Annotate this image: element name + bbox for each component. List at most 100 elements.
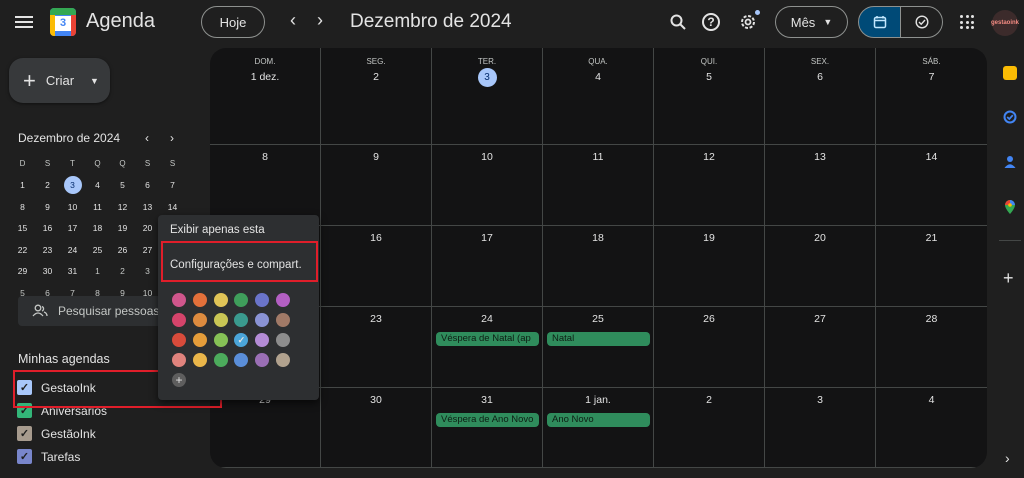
day-cell[interactable]: QUA. 4: [543, 48, 654, 145]
day-cell[interactable]: 23: [321, 307, 432, 388]
day-number[interactable]: 14: [876, 151, 987, 163]
event-chip[interactable]: Véspera de Ano Novo: [436, 413, 539, 427]
day-cell[interactable]: 4: [876, 388, 987, 468]
mini-day[interactable]: 20: [135, 223, 160, 233]
day-cell[interactable]: QUI. 5: [654, 48, 765, 145]
search-people-input[interactable]: Pesquisar pessoas: [18, 296, 178, 326]
day-cell[interactable]: 28: [876, 307, 987, 388]
day-number[interactable]: 28: [876, 313, 987, 325]
day-number[interactable]: 25: [543, 313, 653, 325]
day-number[interactable]: 7: [876, 71, 987, 83]
day-cell[interactable]: 12: [654, 145, 765, 226]
day-cell[interactable]: 27: [765, 307, 876, 388]
day-number[interactable]: 1 dez.: [210, 71, 320, 83]
calendar-list-item[interactable]: ✓ GestãoInk: [17, 426, 96, 441]
day-number[interactable]: 24: [432, 313, 542, 325]
day-cell[interactable]: 10: [432, 145, 543, 226]
color-swatch[interactable]: [275, 333, 290, 347]
account-avatar[interactable]: gestaoink: [991, 10, 1019, 36]
event-chip[interactable]: Ano Novo: [547, 413, 650, 427]
main-menu-icon[interactable]: [14, 13, 34, 31]
day-number[interactable]: 19: [654, 232, 764, 244]
day-number[interactable]: 13: [765, 151, 875, 163]
day-number[interactable]: 30: [321, 394, 431, 406]
day-cell[interactable]: 20: [765, 226, 876, 307]
day-cell[interactable]: 14: [876, 145, 987, 226]
day-cell[interactable]: TER. 3: [432, 48, 543, 145]
tasks-icon[interactable]: [1003, 110, 1017, 124]
mini-day[interactable]: 22: [10, 245, 35, 255]
color-swatch[interactable]: [275, 293, 290, 307]
day-cell[interactable]: 29: [210, 388, 321, 468]
calendar-view-toggle[interactable]: [858, 6, 901, 38]
google-apps-icon[interactable]: [960, 15, 974, 29]
help-icon[interactable]: ?: [700, 11, 722, 33]
day-cell[interactable]: SEG. 2: [321, 48, 432, 145]
contacts-icon[interactable]: [1003, 155, 1017, 169]
mini-day[interactable]: 4: [85, 180, 110, 190]
color-swatch[interactable]: [172, 333, 186, 347]
color-swatch[interactable]: [172, 293, 186, 307]
color-swatch[interactable]: [255, 293, 270, 307]
color-swatch[interactable]: [275, 353, 290, 367]
tasks-view-toggle[interactable]: [900, 6, 943, 38]
color-swatch[interactable]: [234, 293, 249, 307]
day-cell[interactable]: 25: [543, 307, 654, 388]
mini-day[interactable]: 9: [35, 202, 60, 212]
day-cell[interactable]: 8: [210, 145, 321, 226]
day-number[interactable]: 12: [654, 151, 764, 163]
mini-day[interactable]: 14: [160, 202, 185, 212]
event-chip[interactable]: Véspera de Natal (ap: [436, 332, 539, 346]
mini-day[interactable]: 2: [110, 266, 135, 276]
today-button[interactable]: Hoje: [201, 6, 265, 38]
mini-day[interactable]: 12: [110, 202, 135, 212]
event-chip[interactable]: Natal: [547, 332, 650, 346]
mini-day[interactable]: 19: [110, 223, 135, 233]
calendar-checkbox[interactable]: ✓: [17, 426, 32, 441]
day-cell[interactable]: 9: [321, 145, 432, 226]
day-number[interactable]: 26: [654, 313, 764, 325]
mini-day[interactable]: 8: [10, 202, 35, 212]
calendar-list-item[interactable]: ✓ Tarefas: [17, 449, 80, 464]
color-swatch[interactable]: [172, 313, 186, 327]
calendar-checkbox[interactable]: ✓: [17, 449, 32, 464]
app-title[interactable]: Agenda: [86, 10, 155, 33]
color-swatch[interactable]: [192, 333, 207, 347]
day-cell[interactable]: 30: [321, 388, 432, 468]
mini-day[interactable]: 27: [135, 245, 160, 255]
mini-day-today[interactable]: 3: [60, 176, 85, 195]
day-cell[interactable]: 26: [654, 307, 765, 388]
day-number[interactable]: 4: [876, 394, 987, 406]
mini-day[interactable]: 18: [85, 223, 110, 233]
expand-side-panel-icon[interactable]: ›: [1005, 450, 1010, 466]
color-swatch[interactable]: [192, 293, 207, 307]
mini-day[interactable]: 10: [60, 202, 85, 212]
day-number[interactable]: 3: [765, 394, 875, 406]
mini-day[interactable]: 1: [10, 180, 35, 190]
day-cell[interactable]: 16: [321, 226, 432, 307]
day-cell[interactable]: 18: [543, 226, 654, 307]
day-cell[interactable]: 31: [432, 388, 543, 468]
mini-day[interactable]: 23: [35, 245, 60, 255]
mini-day[interactable]: 25: [85, 245, 110, 255]
day-cell[interactable]: SÁB. 7: [876, 48, 987, 145]
day-number[interactable]: 5: [654, 71, 764, 83]
color-swatch[interactable]: [192, 313, 207, 327]
day-number[interactable]: 20: [765, 232, 875, 244]
color-swatch[interactable]: [275, 313, 290, 327]
mini-day[interactable]: 30: [35, 266, 60, 276]
day-number[interactable]: 2: [654, 394, 764, 406]
day-number[interactable]: 21: [876, 232, 987, 244]
mini-day[interactable]: 6: [135, 180, 160, 190]
maps-icon[interactable]: [1003, 199, 1017, 214]
mini-day[interactable]: 13: [135, 202, 160, 212]
day-cell[interactable]: SEX. 6: [765, 48, 876, 145]
today-day-number[interactable]: 3: [432, 68, 542, 87]
my-calendars-title[interactable]: Minhas agendas: [18, 352, 110, 366]
color-swatch[interactable]: [213, 293, 228, 307]
day-number[interactable]: 2: [321, 71, 431, 83]
day-number[interactable]: 1 jan.: [543, 394, 653, 406]
prev-month-icon[interactable]: ‹: [290, 10, 296, 31]
color-swatch[interactable]: [213, 353, 228, 367]
day-cell[interactable]: 13: [765, 145, 876, 226]
